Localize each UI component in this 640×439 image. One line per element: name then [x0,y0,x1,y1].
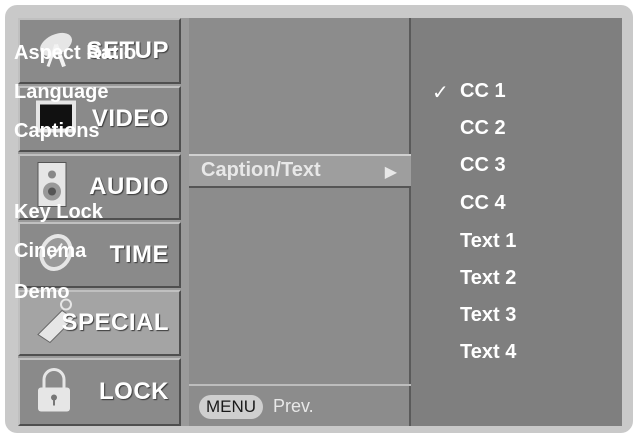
prev-label: Prev. [273,396,314,416]
menu-item-label: Caption/Text [201,159,321,181]
option-cc2[interactable]: CC 2 [460,117,506,140]
option-text4[interactable]: Text 4 [460,341,516,364]
menu-button[interactable]: MENU [199,395,263,419]
menu-item-demo[interactable]: Demo [14,281,70,304]
category-label: AUDIO [89,173,169,200]
option-cc4[interactable]: CC 4 [460,192,506,215]
menu-item-aspect-ratio[interactable]: Aspect Ratio [14,42,136,65]
special-menu-panel [189,18,411,426]
option-text2[interactable]: Text 2 [460,267,516,290]
category-label: LOCK [99,378,169,405]
checkmark-icon: ✓ [432,82,449,104]
menu-item-cinema[interactable]: Cinema [14,240,86,263]
option-cc1[interactable]: CC 1 [460,80,506,103]
option-cc3[interactable]: CC 3 [460,154,506,177]
option-text1[interactable]: Text 1 [460,230,516,253]
menu-footer: MENU Prev. [189,384,411,424]
menu-item-caption-text[interactable]: Caption/Text ▶ [189,154,411,188]
option-text3[interactable]: Text 3 [460,304,516,327]
menu-item-language[interactable]: Language [14,81,108,104]
category-lock[interactable]: LOCK [18,358,181,426]
submenu-arrow-icon: ▶ [384,164,397,181]
menu-item-captions[interactable]: Captions [14,120,100,143]
menu-item-key-lock[interactable]: Key Lock [14,201,103,224]
category-label: VIDEO [91,105,169,132]
category-label: SPECIAL [61,309,169,336]
padlock-icon [34,366,74,419]
category-label: TIME [109,241,169,268]
